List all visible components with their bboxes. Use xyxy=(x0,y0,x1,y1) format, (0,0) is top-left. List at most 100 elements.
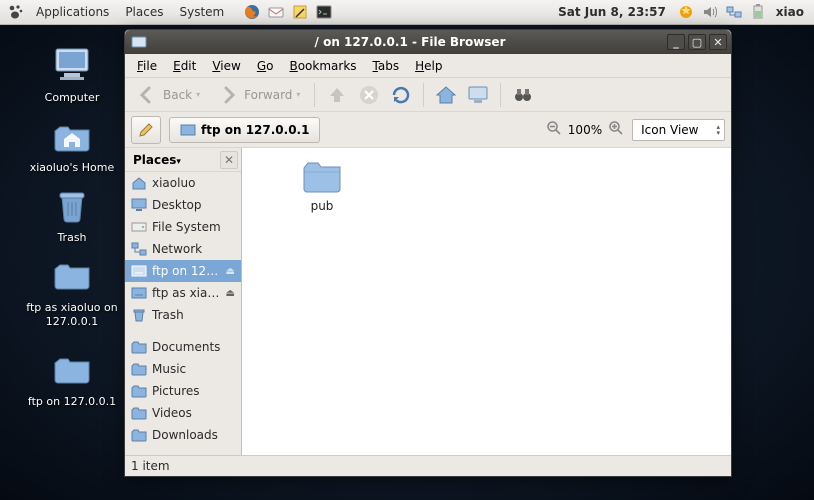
zoom-controls: 100% xyxy=(546,120,624,139)
sidebar-item[interactable]: ftp on 127.... ⏏ xyxy=(125,260,241,282)
status-bar: 1 item xyxy=(125,455,731,476)
menu-tabs[interactable]: Tabs xyxy=(367,57,406,75)
window-title: / on 127.0.0.1 - File Browser xyxy=(153,35,667,49)
zoom-out-icon xyxy=(546,120,562,136)
trash-icon xyxy=(131,307,147,323)
file-browser-window: / on 127.0.0.1 - File Browser _ ▢ ✕ File… xyxy=(124,29,732,477)
sidebar-item[interactable]: Pictures xyxy=(125,380,241,402)
home-button[interactable] xyxy=(434,83,458,107)
search-button[interactable] xyxy=(511,83,535,107)
binoculars-icon xyxy=(511,83,535,107)
network-icon xyxy=(131,241,147,257)
folder-icon xyxy=(131,427,147,443)
up-arrow-icon xyxy=(325,83,349,107)
remote-folder-icon xyxy=(50,347,94,391)
menu-places[interactable]: Places xyxy=(117,2,171,22)
menu-system[interactable]: System xyxy=(171,2,232,22)
sidebar-item[interactable]: ftp as xiaolu... ⏏ xyxy=(125,282,241,304)
stop-button[interactable] xyxy=(357,83,381,107)
zoom-in-button[interactable] xyxy=(608,120,624,139)
menu-applications[interactable]: Applications xyxy=(28,2,117,22)
spinner-icon: ▴▾ xyxy=(716,124,720,136)
mail-icon[interactable] xyxy=(265,1,287,23)
user-menu[interactable]: xiao xyxy=(770,5,810,19)
clock[interactable]: Sat Jun 8, 23:57 xyxy=(550,5,674,19)
top-panel: Applications Places System Sat Jun 8, 23… xyxy=(0,0,814,25)
forward-button[interactable]: Forward ▾ xyxy=(212,81,304,109)
sidebar-item[interactable]: Desktop xyxy=(125,194,241,216)
home-icon xyxy=(434,83,458,107)
computer-button[interactable] xyxy=(466,83,490,107)
desktop-icon-home[interactable]: xiaoluo's Home xyxy=(22,113,122,175)
window-close-button[interactable]: ✕ xyxy=(709,34,727,50)
folder-pub[interactable]: pub xyxy=(282,160,362,213)
eject-icon[interactable]: ⏏ xyxy=(226,266,235,277)
sidebar-item[interactable]: File System xyxy=(125,216,241,238)
sidebar-item[interactable]: Trash xyxy=(125,304,241,326)
sidebar-item[interactable]: Documents xyxy=(125,336,241,358)
volume-icon[interactable] xyxy=(699,1,721,23)
desktop-icon-computer[interactable]: Computer xyxy=(22,43,122,105)
window-app-icon xyxy=(131,34,147,50)
up-button[interactable] xyxy=(325,83,349,107)
window-minimize-button[interactable]: _ xyxy=(667,34,685,50)
eject-icon[interactable]: ⏏ xyxy=(226,288,235,299)
gnome-foot-icon xyxy=(5,1,27,23)
menubar: File Edit View Go Bookmarks Tabs Help xyxy=(125,54,731,78)
menu-view[interactable]: View xyxy=(206,57,246,75)
desktop-icon-trash[interactable]: Trash xyxy=(22,183,122,245)
back-button[interactable]: Back ▾ xyxy=(131,81,204,109)
computer-icon xyxy=(50,43,94,87)
zoom-out-button[interactable] xyxy=(546,120,562,139)
location-toggle-button[interactable] xyxy=(131,116,161,144)
firefox-icon[interactable] xyxy=(241,1,263,23)
remote-icon xyxy=(131,285,147,301)
menu-go[interactable]: Go xyxy=(251,57,280,75)
trash-icon xyxy=(50,183,94,227)
menu-file[interactable]: File xyxy=(131,57,163,75)
sidebar-close-button[interactable]: ✕ xyxy=(220,151,238,169)
titlebar[interactable]: / on 127.0.0.1 - File Browser _ ▢ ✕ xyxy=(125,30,731,54)
remote-icon xyxy=(131,263,147,279)
view-mode-select[interactable]: Icon View ▴▾ xyxy=(632,119,725,141)
zoom-in-icon xyxy=(608,120,624,136)
sidebar-item[interactable]: Network xyxy=(125,238,241,260)
remote-icon xyxy=(180,122,196,138)
folder-icon xyxy=(131,361,147,377)
back-arrow-icon xyxy=(135,83,159,107)
toolbar: Back ▾ Forward ▾ xyxy=(125,78,731,112)
reload-button[interactable] xyxy=(389,83,413,107)
location-bar: ftp on 127.0.0.1 100% Icon View ▴▾ xyxy=(125,112,731,148)
folder-icon xyxy=(131,405,147,421)
home-folder-icon xyxy=(50,113,94,157)
sidebar-item[interactable]: Videos xyxy=(125,402,241,424)
computer-icon xyxy=(466,83,490,107)
home-icon xyxy=(131,175,147,191)
folder-label: pub xyxy=(282,199,362,213)
sidebar-item[interactable]: Downloads xyxy=(125,424,241,446)
sidebar-list: xiaoluo Desktop File System Network ftp … xyxy=(125,172,241,455)
desktop-icon-ftp-xiaoluo[interactable]: ftp as xiaoluo on 127.0.0.1 xyxy=(22,253,122,329)
menu-help[interactable]: Help xyxy=(409,57,448,75)
desktop-icon-ftp-anon[interactable]: ftp on 127.0.0.1 xyxy=(22,347,122,409)
battery-icon[interactable] xyxy=(747,1,769,23)
update-icon[interactable] xyxy=(675,1,697,23)
terminal-icon[interactable] xyxy=(313,1,335,23)
desktop-icon xyxy=(131,197,147,213)
menu-bookmarks[interactable]: Bookmarks xyxy=(283,57,362,75)
network-applet-icon[interactable] xyxy=(723,1,745,23)
content-pane[interactable]: pub xyxy=(242,148,731,455)
sidebar-header[interactable]: Places▾ ✕ xyxy=(125,148,241,172)
sidebar-item[interactable]: Music xyxy=(125,358,241,380)
breadcrumb-button[interactable]: ftp on 127.0.0.1 xyxy=(169,117,320,143)
remote-folder-icon xyxy=(50,253,94,297)
menu-edit[interactable]: Edit xyxy=(167,57,202,75)
sidebar-item[interactable]: xiaoluo xyxy=(125,172,241,194)
stop-icon xyxy=(357,83,381,107)
zoom-level: 100% xyxy=(568,123,602,137)
window-maximize-button[interactable]: ▢ xyxy=(688,34,706,50)
drive-icon xyxy=(131,219,147,235)
pencil-icon xyxy=(137,121,155,139)
notes-icon[interactable] xyxy=(289,1,311,23)
forward-arrow-icon xyxy=(216,83,240,107)
